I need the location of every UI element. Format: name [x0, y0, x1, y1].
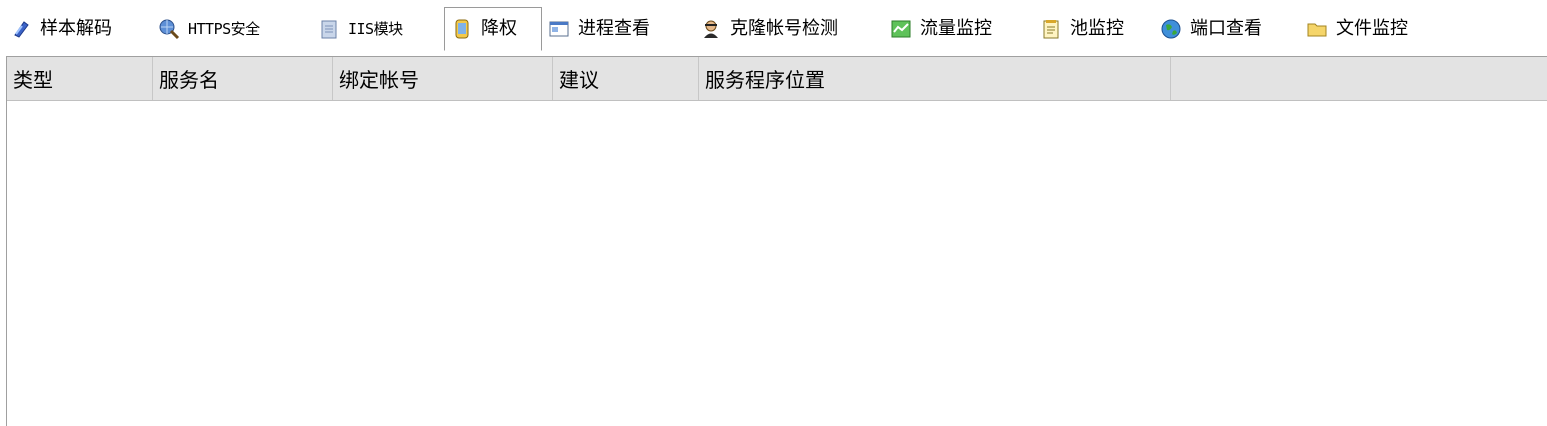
- tab-file-monitor[interactable]: 文件监控: [1300, 6, 1440, 52]
- document-icon: [318, 18, 340, 40]
- folder-icon: [1306, 18, 1328, 40]
- tab-iis-module[interactable]: IIS模块: [312, 6, 444, 52]
- tab-label: 克隆帐号检测: [730, 18, 838, 39]
- column-header-service-path[interactable]: 服务程序位置: [699, 57, 1171, 100]
- tab-label: HTTPS安全: [188, 20, 260, 38]
- tab-label: 池监控: [1070, 18, 1124, 39]
- chart-icon: [890, 18, 912, 40]
- tab-label: 端口查看: [1190, 18, 1262, 39]
- column-header-type[interactable]: 类型: [7, 57, 153, 100]
- tab-label: 降权: [481, 18, 517, 39]
- tab-https-security[interactable]: HTTPS安全: [152, 6, 312, 52]
- column-header-suggestion[interactable]: 建议: [553, 57, 699, 100]
- tab-bar: 样本解码 HTTPS安全 IIS模块 降权 进程查看 克隆帐号检测 流量监控 池…: [0, 0, 1547, 52]
- tab-traffic-monitor[interactable]: 流量监控: [884, 6, 1034, 52]
- tab-privilege-downgrade[interactable]: 降权: [444, 7, 542, 51]
- tab-pool-monitor[interactable]: 池监控: [1034, 6, 1154, 52]
- tab-label: IIS模块: [348, 20, 403, 38]
- tab-label: 流量监控: [920, 18, 992, 39]
- tab-label: 文件监控: [1336, 18, 1408, 39]
- tab-label: 样本解码: [40, 18, 112, 39]
- service-list-body[interactable]: [7, 101, 1547, 426]
- service-list-panel: 类型 服务名 绑定帐号 建议 服务程序位置: [6, 56, 1547, 426]
- notepad-icon: [1040, 18, 1062, 40]
- list-header: 类型 服务名 绑定帐号 建议 服务程序位置: [7, 57, 1547, 101]
- shield-icon: [10, 18, 32, 40]
- window-icon: [548, 18, 570, 40]
- tab-label: 进程查看: [578, 18, 650, 39]
- column-header-service-name[interactable]: 服务名: [153, 57, 333, 100]
- scroll-icon: [451, 18, 473, 40]
- user-spy-icon: [700, 18, 722, 40]
- tab-process-view[interactable]: 进程查看: [542, 6, 694, 52]
- globe-magnifier-icon: [158, 18, 180, 40]
- globe-icon: [1160, 18, 1182, 40]
- tab-sample-decode[interactable]: 样本解码: [4, 6, 152, 52]
- column-header-bound-account[interactable]: 绑定帐号: [333, 57, 553, 100]
- tab-clone-account-detect[interactable]: 克隆帐号检测: [694, 6, 884, 52]
- tab-port-view[interactable]: 端口查看: [1154, 6, 1300, 52]
- column-header-filler: [1171, 57, 1547, 100]
